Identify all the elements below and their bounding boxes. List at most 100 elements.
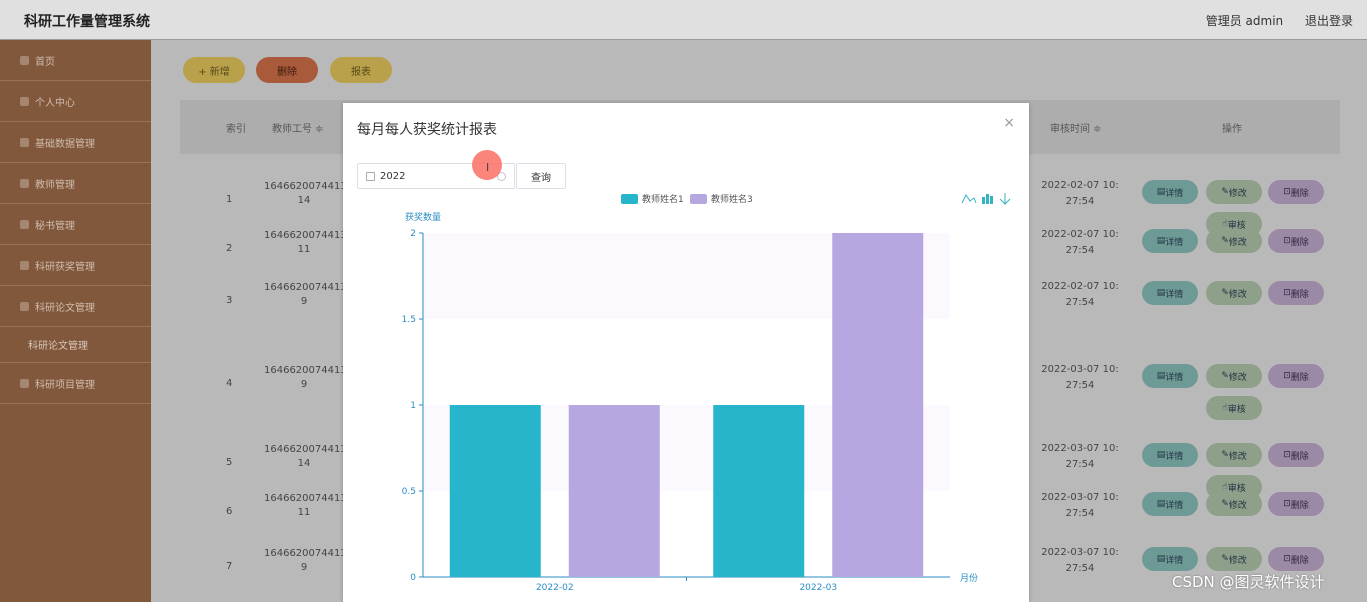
detail-button[interactable]: ▤ 详情 [1142,443,1198,467]
report-modal: 每月每人获奖统计报表 × 2022 I 查询 0 0.5 1 1.5 2 获奖数量 月份 20… [343,103,1029,602]
row-audit-time: 2022-02-07 10: 27:54 [1041,180,1119,207]
row-audit-time: 2022-03-07 10: 27:54 [1041,443,1119,470]
award-icon [20,260,29,270]
row-audit-time: 2022-02-07 10: 27:54 [1041,229,1119,256]
detail-button[interactable]: ▤ 详情 [1142,180,1198,204]
row-teacher-no: 1646620074413 11 [264,230,347,255]
teacher-icon [20,178,29,188]
bar[interactable] [449,405,541,577]
calendar-icon [366,171,375,181]
row-delete-button[interactable]: ⊡ 删除 [1268,443,1324,467]
y-tick-label: 1 [410,401,416,411]
sidebar-item-secretaries[interactable]: 秘书管理 [0,204,151,245]
row-audit-time: 2022-02-07 10: 27:54 [1041,281,1119,308]
home-icon [20,55,29,65]
edit-button[interactable]: ✎ 修改 [1206,492,1262,516]
x-axis-label: 月份 [960,572,978,584]
th-ops: 操作 [1222,124,1242,135]
row-teacher-no: 1646620074413 14 [264,444,347,469]
detail-button[interactable]: ▤ 详情 [1142,229,1198,253]
y-tick-label: 2 [410,229,416,239]
report-button[interactable]: 报表 [330,57,392,83]
row-delete-button[interactable]: ⊡ 删除 [1268,492,1324,516]
app-title: 科研工作量管理系统 [24,14,150,30]
th-index: 索引 [226,124,246,135]
row-audit-time: 2022-03-07 10: 27:54 [1041,492,1119,519]
edit-button[interactable]: ✎ 修改 [1206,547,1262,571]
row-delete-button[interactable]: ⊡ 删除 [1268,364,1324,388]
year-value: 2022 [380,170,406,182]
query-button[interactable]: 查询 [516,163,566,189]
row-audit-time: 2022-03-07 10: 27:54 [1041,364,1119,391]
bar-chart: 0 0.5 1 1.5 2 获奖数量月份 2022-02 2022-03 教师姓名1 教师姓名3 [402,193,1011,593]
y-tick-label: 0.5 [402,487,416,497]
bar[interactable] [713,405,805,577]
legend-label[interactable]: 教师姓名3 [711,193,753,205]
edit-button[interactable]: ✎ 修改 [1206,180,1262,204]
row-teacher-no: 1646620074413 14 [264,181,347,206]
sidebar-item-home[interactable]: 首页 [0,40,151,81]
row-teacher-no: 1646620074413 9 [264,548,347,573]
row-teacher-no: 1646620074413 9 [264,282,347,307]
row-teacher-no: 1646620074413 11 [264,493,347,518]
sidebar-item-awards[interactable]: 科研获奖管理 [0,245,151,286]
x-tick-label: 2022-03 [799,583,837,593]
row-index: 1 [226,194,233,205]
edit-button[interactable]: ✎ 修改 [1206,229,1262,253]
paper-icon [20,301,29,311]
row-index: 7 [226,561,233,572]
bar-chart-icon[interactable] [986,194,989,204]
secretary-icon [20,219,29,229]
row-index: 6 [226,506,233,517]
row-index: 4 [226,378,233,389]
bar-chart-icon[interactable] [990,196,993,204]
logout-link[interactable]: 退出登录 [1305,14,1353,28]
user-icon [20,96,29,106]
x-tick-label: 2022-02 [536,583,574,593]
bar[interactable] [568,405,660,577]
sidebar-subitem-papers[interactable]: 科研论文管理 [0,327,151,363]
project-icon [20,378,29,388]
row-index: 5 [226,457,233,468]
row-index: 2 [226,243,233,254]
y-tick-label: 0 [410,573,416,583]
detail-button[interactable]: ▤ 详情 [1142,281,1198,305]
sidebar-item-projects[interactable]: 科研项目管理 [0,363,151,404]
user-label: 管理员 admin [1205,14,1284,28]
close-icon[interactable]: × [1003,115,1015,131]
detail-button[interactable]: ▤ 详情 [1142,547,1198,571]
detail-button[interactable]: ▤ 详情 [1142,492,1198,516]
row-index: 3 [226,295,233,306]
detail-button[interactable]: ▤ 详情 [1142,364,1198,388]
bar-chart-icon[interactable] [982,197,985,204]
y-axis-label: 获奖数量 [405,211,441,223]
legend-label[interactable]: 教师姓名1 [642,193,684,205]
row-delete-button[interactable]: ⊡ 删除 [1268,180,1324,204]
row-delete-button[interactable]: ⊡ 删除 [1268,547,1324,571]
add-button[interactable]: + 新增 [183,57,245,83]
watermark: CSDN @图灵软件设计 [1172,573,1325,591]
sidebar-item-basic-data[interactable]: 基础数据管理 [0,122,151,163]
sidebar: 首页 个人中心 基础数据管理 教师管理 秘书管理 科研获奖管理 科研论文管理 科… [0,40,151,602]
audit-button[interactable]: ☝ 审核 [1206,396,1262,420]
legend-swatch[interactable] [621,194,638,204]
top-right: 管理员 admin 退出登录 [1188,12,1353,29]
delete-button[interactable]: 删除 [256,57,318,83]
top-bar: 科研工作量管理系统 管理员 admin 退出登录 [0,0,1367,40]
edit-button[interactable]: ✎ 修改 [1206,364,1262,388]
th-teacher-no[interactable]: 教师工号 ≑ [272,120,324,135]
row-delete-button[interactable]: ⊡ 删除 [1268,281,1324,305]
edit-button[interactable]: ✎ 修改 [1206,443,1262,467]
sidebar-item-profile[interactable]: 个人中心 [0,81,151,122]
sidebar-item-papers[interactable]: 科研论文管理 [0,286,151,327]
legend-swatch[interactable] [690,194,707,204]
th-audit-time[interactable]: 审核时间 ≑ [1050,120,1102,135]
row-teacher-no: 1646620074413 9 [264,365,347,390]
data-icon [20,137,29,147]
line-chart-icon[interactable] [961,194,977,204]
row-delete-button[interactable]: ⊡ 删除 [1268,229,1324,253]
sidebar-item-teachers[interactable]: 教师管理 [0,163,151,204]
bar[interactable] [832,233,924,577]
text-cursor-icon: I [486,161,490,174]
edit-button[interactable]: ✎ 修改 [1206,281,1262,305]
